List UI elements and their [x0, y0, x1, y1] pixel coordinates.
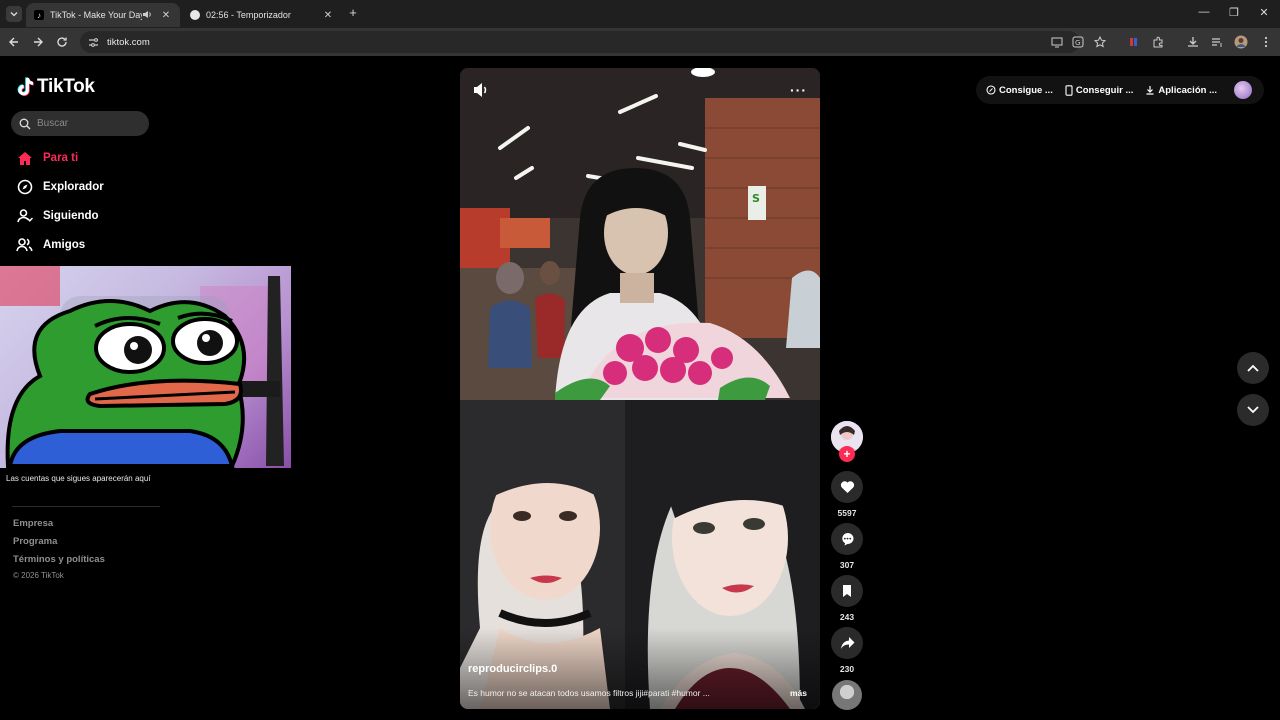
bookmark-star-icon[interactable]	[1093, 35, 1107, 49]
search-placeholder: Buscar	[37, 118, 69, 129]
pill-label: Conseguir ...	[1075, 84, 1134, 96]
chevron-down-icon	[10, 12, 18, 17]
tiktok-note-icon	[17, 77, 34, 97]
translate-icon[interactable]: G	[1071, 35, 1085, 49]
following-empty-hint: Las cuentas que sigues aparecerán aquí	[6, 474, 151, 483]
download-icon	[1145, 85, 1155, 95]
home-icon	[16, 150, 33, 167]
chevron-down-icon	[1247, 406, 1259, 414]
comment-icon	[841, 533, 853, 546]
nav-item-siguiendo[interactable]: Siguiendo	[16, 205, 99, 227]
top-right-actions: Consigue ... Conseguir ... Aplicación ..…	[976, 76, 1264, 104]
video-caption: Es humor no se atacan todos usamos filtr…	[468, 688, 710, 698]
user-follow-icon	[16, 208, 33, 225]
previous-video-button[interactable]	[1237, 352, 1269, 384]
forward-icon[interactable]	[30, 34, 46, 50]
pill-label: Consigue ...	[999, 84, 1053, 96]
timer-favicon-icon	[190, 10, 200, 20]
compass-icon	[16, 179, 33, 196]
nav-label: Siguiendo	[43, 210, 99, 222]
svg-text:S: S	[752, 192, 760, 205]
nav-label: Para ti	[43, 152, 79, 164]
tab-tiktok[interactable]: ♪ TikTok - Make Your Day ✕	[26, 3, 180, 27]
caption-more-link[interactable]: más	[790, 688, 807, 698]
brand-name: TikTok	[37, 76, 95, 97]
profile-avatar-icon[interactable]	[1234, 35, 1248, 49]
site-info-icon	[89, 37, 98, 47]
music-disc-icon[interactable]	[832, 680, 862, 710]
footer-link-empresa[interactable]: Empresa	[13, 518, 53, 529]
search-input[interactable]: Buscar	[11, 111, 149, 136]
nav-item-para-ti[interactable]: Para ti	[16, 147, 78, 169]
share-arrow-icon	[840, 637, 854, 649]
browser-toolbar: tiktok.com G	[0, 28, 1280, 56]
get-app-button[interactable]: Conseguir ...	[1065, 84, 1134, 96]
like-count: 5597	[837, 508, 857, 518]
bookmark-icon	[843, 585, 851, 597]
tab-search-button[interactable]	[6, 6, 22, 22]
comment-count: 307	[839, 560, 855, 570]
svg-text:G: G	[1075, 39, 1080, 47]
share-count: 230	[839, 664, 855, 674]
browser-tab-strip: ♪ TikTok - Make Your Day ✕ 02:56 - Tempo…	[0, 0, 1280, 28]
footer-link-programa[interactable]: Programa	[13, 536, 57, 547]
frog-avatar-illustration	[0, 266, 284, 468]
browser-menu-icon[interactable]	[1259, 35, 1273, 49]
video-player[interactable]: S	[460, 68, 820, 709]
extensions-puzzle-icon[interactable]	[1151, 35, 1165, 49]
sidebar-divider	[12, 506, 160, 507]
close-tab-icon[interactable]: ✕	[160, 10, 172, 21]
close-window-icon[interactable]: ✕	[1254, 6, 1274, 19]
nav-label: Amigos	[43, 239, 86, 251]
tab-timer[interactable]: 02:56 - Temporizador ✕	[182, 3, 342, 27]
friends-icon	[16, 237, 33, 254]
downloads-icon[interactable]	[1186, 35, 1200, 49]
back-icon[interactable]	[6, 34, 22, 50]
streamer-overlay-image	[0, 266, 291, 468]
footer-link-terminos[interactable]: Términos y políticas	[13, 554, 105, 565]
save-count: 243	[839, 612, 855, 622]
phone-icon	[1065, 84, 1073, 96]
nav-item-amigos[interactable]: Amigos	[16, 234, 85, 256]
get-coins-button[interactable]: Consigue ...	[986, 85, 1053, 96]
extension-color-icon[interactable]	[1127, 35, 1141, 49]
video-author-handle[interactable]: reproducirclips.0	[468, 663, 557, 675]
copyright-text: © 2026 TikTok	[13, 571, 64, 580]
user-avatar[interactable]	[1234, 81, 1252, 99]
tab-title: 02:56 - Temporizador	[206, 10, 291, 20]
next-video-button[interactable]	[1237, 394, 1269, 426]
more-options-icon[interactable]: ···	[790, 82, 807, 98]
address-bar[interactable]: tiktok.com	[80, 31, 1080, 53]
save-button[interactable]	[831, 575, 863, 607]
install-app-icon[interactable]	[1050, 35, 1064, 49]
volume-icon[interactable]	[472, 82, 490, 103]
pill-label: Aplicación ...	[1158, 84, 1217, 96]
tiktok-favicon-icon: ♪	[34, 10, 44, 20]
follow-plus-button[interactable]: +	[839, 446, 855, 462]
tab-title: TikTok - Make Your Day	[50, 10, 142, 20]
url-text: tiktok.com	[107, 36, 150, 48]
download-app-button[interactable]: Aplicación ...	[1145, 85, 1217, 96]
share-button[interactable]	[831, 627, 863, 659]
heart-icon	[840, 481, 854, 493]
tiktok-logo[interactable]: TikTok	[16, 76, 95, 98]
media-controls-icon[interactable]	[1210, 35, 1224, 49]
search-icon	[19, 118, 31, 129]
like-button[interactable]	[831, 471, 863, 503]
nav-item-explorador[interactable]: Explorador	[16, 176, 104, 198]
chevron-up-icon	[1247, 364, 1259, 372]
new-tab-button[interactable]: +	[346, 6, 360, 20]
restore-icon[interactable]: ❐	[1224, 6, 1244, 19]
coin-icon	[986, 85, 996, 95]
nav-label: Explorador	[43, 181, 104, 193]
minimize-icon[interactable]: —	[1194, 6, 1214, 18]
comment-button[interactable]	[831, 523, 863, 555]
close-tab-icon[interactable]: ✕	[322, 10, 334, 21]
video-frame: S	[460, 68, 820, 709]
reload-icon[interactable]	[54, 34, 70, 50]
speaker-icon[interactable]	[142, 10, 152, 21]
